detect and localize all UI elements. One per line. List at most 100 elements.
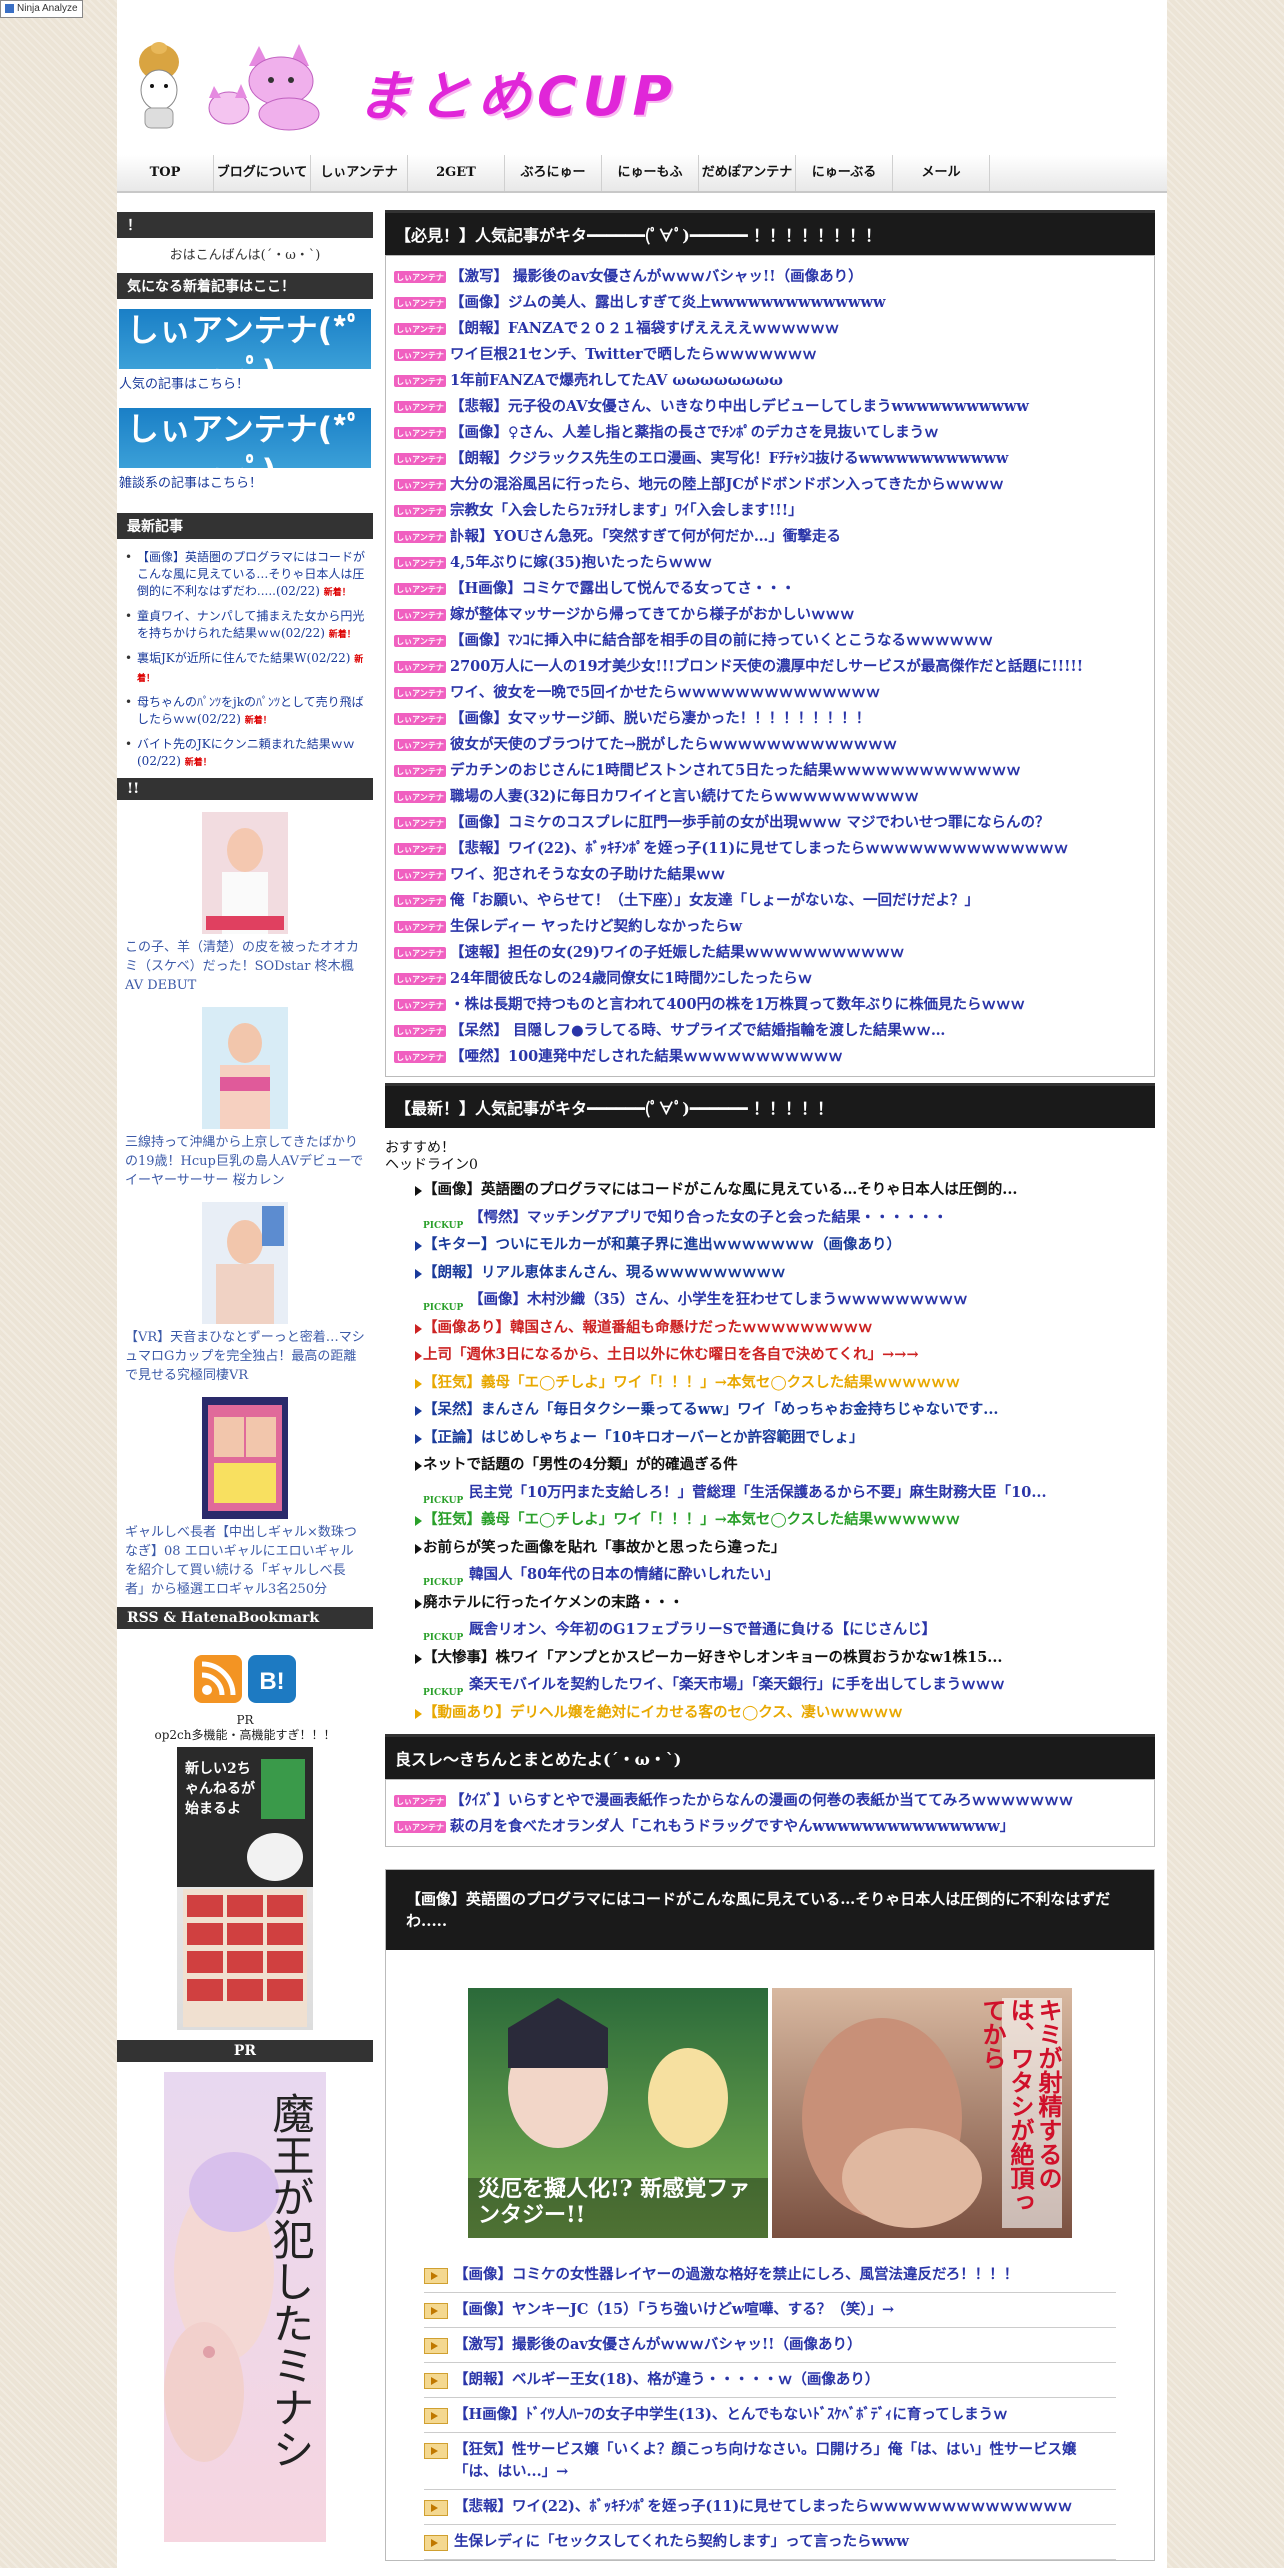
list-item[interactable]: しぃアンテナ ワイ、犯されそうな女の子助けた結果ｗｗ [386,862,1154,888]
headline-item-10[interactable]: ネットで話題の「男性の4分類」が的確過ぎる件 [385,1451,1155,1479]
nav-mail[interactable]: メール [893,155,990,191]
headline-item-18[interactable]: PICKUP 楽天モバイルを契約したワイ、「楽天市場」「楽天銀行」に手を出してしま… [385,1671,1155,1699]
list-item[interactable]: しぃアンテナ 大分の混浴風呂に行ったら、地元の陸上部JCがドボンドボン入ってきたか… [386,472,1154,498]
related-item-7[interactable]: 生保レディに「セックスしてくれたら契約します」って言ったらwww [424,2525,1116,2560]
list-item[interactable]: バイト先のJKにクンニ頼まれた結果ｗｗ(02/22) 新着！ [125,736,367,772]
list-item[interactable]: しぃアンテナ 【悲報】元子役のAV女優さん、いきなり中出しデビューしてしまうwww… [386,394,1154,420]
list-item[interactable]: しぃアンテナ 訃報】YOUさん急死。「突然すぎて何が何だか…」衝撃走る [386,524,1154,550]
list-item[interactable]: しぃアンテナ 【画像】コミケのコスプレに肛門一歩手前の女が出現ｗｗｗ マジでわいせ… [386,810,1154,836]
arrow-icon [415,1708,422,1719]
list-item[interactable]: しぃアンテナ 【ｸｲｽﾞ】いらすとやで漫画表紙作ったからなんの漫画の何巻の表紙か当… [386,1788,1154,1814]
video-thumbnail-1[interactable] [202,812,288,934]
list-item[interactable]: しぃアンテナ 【呆然】 目隠しフ●ラしてる時、サプライズで結婚指輪を渡した結果ｗｗ… [386,1018,1154,1044]
list-item[interactable]: しぃアンテナ 4,5年ぶりに嫁(35)抱いたったらｗｗｗ [386,550,1154,576]
op2ch-ad[interactable]: 新しい2ちゃんねるが始まるよ [177,1747,313,2030]
list-item[interactable]: しぃアンテナ 俺「お願い、やらせて！（土下座）」女友達「しょーがないな、一回だけだ… [386,888,1154,914]
related-item-1[interactable]: 【画像】ヤンキーJC（15）「うち強いけどw喧嘩、する？（笑）」→ [424,2293,1116,2328]
list-item[interactable]: しぃアンテナ 【朗報】FANZAで２０２１福袋すげええええｗｗｗｗｗｗ [386,316,1154,342]
maou-ad[interactable]: 魔王が犯したミナシ [164,2072,326,2542]
list-item[interactable]: しぃアンテナ ワイ巨根21センチ、Twitterで晒したらｗｗｗｗｗｗｗ [386,342,1154,368]
nav-damepo-antenna[interactable]: だめぽアンテナ [699,155,796,191]
video-thumbnail-3[interactable] [202,1202,288,1324]
headline-item-15[interactable]: 廃ホテルに行ったイケメンの末路・・・ [385,1589,1155,1617]
list-item[interactable]: しぃアンテナ 【画像】ジムの美人、露出しすぎて炎上wwwwwwwwwwwwww [386,290,1154,316]
list-item[interactable]: しぃアンテナ 【悲報】ワイ(22)、ﾎﾞｯｷﾁﾝﾎﾟを姪っ子(11)に見せてしまっ… [386,836,1154,862]
headline-item-14[interactable]: PICKUP 韓国人「80年代の日本の情緒に酔いしれたい」 [385,1561,1155,1589]
list-item[interactable]: 童貞ワイ、ナンパして捕まえた女から円光を持ちかけられた結果ｗｗ(02/22) 新… [125,608,367,644]
headline-item-6[interactable]: 上司「週休3日になるから、土日以外に休む曜日を各自で決めてくれ」→→→ [385,1341,1155,1369]
list-item[interactable]: しぃアンテナ 【画像】♀さん、人差し指と薬指の長さでﾁﾝﾎﾟのデカさを見抜いてしま… [386,420,1154,446]
list-item[interactable]: 【画像】英語圏のプログラマにはコードがこんな風に見えている…そりゃ日本人は圧倒的… [125,549,367,602]
nav-about[interactable]: ブログについて [214,155,311,191]
headline-item-0[interactable]: 【画像】英語圏のプログラマにはコードがこんな風に見えている…そりゃ日本人は圧倒的… [385,1176,1155,1204]
headline-item-4[interactable]: PICKUP 【画像】木村沙織（35）さん、小学生を狂わせてしまうｗｗｗｗｗｗｗｗ… [385,1286,1155,1314]
video-caption-1[interactable]: この子、羊（清楚）の皮を被ったオオカミ（スケベ）だった！SODstar 柊木楓 … [125,940,359,993]
headline-item-17[interactable]: 【大惨事】株ワイ「アンプとかスピーカー好きやしオンキョーの株買おうかなw1株15… [385,1644,1155,1672]
related-item-6[interactable]: 【悲報】ワイ(22)、ﾎﾞｯｷﾁﾝﾎﾟを姪っ子(11)に見せてしまったらｗｗｗｗ… [424,2490,1116,2525]
list-item[interactable]: しぃアンテナ 嫁が整体マッサージから帰ってきてから様子がおかしいｗｗｗ [386,602,1154,628]
list-item[interactable]: しぃアンテナ 24年間彼氏なしの24歳同僚女に1時間ｸﾝﾆしたったらｗ [386,966,1154,992]
list-item[interactable]: しぃアンテナ 【唖然】100連発中だしされた結果ｗｗｗｗｗｗｗｗｗｗｗ [386,1044,1154,1070]
nav-buronyu[interactable]: ぶろにゅー [505,155,602,191]
ad-banner-2[interactable]: キミが射精するのは、ワタシが絶頂ってから [772,1988,1072,2238]
list-item[interactable]: 母ちゃんのﾊﾟﾝﾂをjkのﾊﾟﾝﾂとして売り飛ばしたらｗｗ(02/22) 新着！ [125,694,367,730]
headline-item-11[interactable]: PICKUP 民主党「10万円また支給しろ！」菅総理「生活保護あるから不要」麻生財… [385,1479,1155,1507]
related-item-5[interactable]: 【狂気】性サービス嬢「いくよ？顔こっち向けなさい。口開けろ」俺「は、はい」性サー… [424,2433,1116,2490]
nav-2get[interactable]: 2GET [408,155,505,191]
headline-item-7[interactable]: 【狂気】義母「エ◯チしよ」ワイ「！！！」→本気セ◯クスした結果ｗｗｗｗｗｗ [385,1369,1155,1397]
list-item[interactable]: しぃアンテナ ワイ、彼女を一晩で5回イかせたらｗｗｗｗｗｗｗｗｗｗｗｗｗｗ [386,680,1154,706]
related-item-2[interactable]: 【激写】撮影後のav女優さんがｗｗｗバシャッ!!（画像あり） [424,2328,1116,2363]
nav-shii-antenna[interactable]: しぃアンテナ [311,155,408,191]
article: 【画像】英語圏のプログラマにはコードがこんな風に見えている…そりゃ日本人は圧倒的… [385,1869,1155,2561]
antenna-tag: しぃアンテナ [394,505,446,517]
list-item[interactable]: しぃアンテナ 【朗報】クジラックス先生のエロ漫画、実写化！Fﾁﾃｬｼｺ抜けるwww… [386,446,1154,472]
related-item-0[interactable]: 【画像】コミケの女性器レイヤーの過激な格好を禁止にしろ、風営法違反だろ！！！！ [424,2258,1116,2293]
video-thumbnail-4[interactable] [202,1397,288,1519]
list-item[interactable]: しぃアンテナ 2700万人に一人の19才美少女!!!ブロンド天使の濃厚中だしサービ… [386,654,1154,680]
list-item[interactable]: しぃアンテナ 【速報】担任の女(29)ワイの子妊娠した結果ｗｗｗｗｗｗｗｗｗｗｗ [386,940,1154,966]
ninja-analyze-badge[interactable]: Ninja Analyze [0,0,83,18]
nav-nyumofu[interactable]: にゅーもふ [602,155,699,191]
nav-nyuburu[interactable]: にゅーぶる [796,155,893,191]
list-item[interactable]: しぃアンテナ 【激写】 撮影後のav女優さんがｗｗｗバシャッ!!（画像あり） [386,264,1154,290]
shii-antenna-banner-2[interactable]: しぃアンテナ(*ﾟーﾟ) 2chまとめブログの更新情報を収集するアンテナサイト [119,408,371,502]
site-logo[interactable]: まとめCUP [357,52,678,131]
hatena-bookmark-icon[interactable]: B! [248,1655,296,1703]
headline-item-8[interactable]: 【呆然】まんさん「毎日タクシー乗ってるww」ワイ「めっちゃお金持ちじゃないです.… [385,1396,1155,1424]
list-item[interactable]: しぃアンテナ デカチンのおじさんに1時間ピストンされて5日たった結果ｗｗｗｗｗｗｗ… [386,758,1154,784]
headline-item-1[interactable]: PICKUP 【愕然】マッチングアプリで知り合った女の子と会った結果・・・・・・ [385,1204,1155,1232]
list-item[interactable]: 裏垢JKが近所に住んでた結果W(02/22) 新着！ [125,650,367,688]
popular-section-title: 【必見！】人気記事がキタ━━━━━━(ﾟ∀ﾟ)━━━━━━ ！！！！！！！！ [385,210,1155,255]
ad-banner-1-text: 災厄を擬人化!? 新感覚ファンタジー!! [478,2176,751,2228]
shii-antenna-banner-1[interactable]: しぃアンテナ(*ﾟーﾟ) 2chまとめブログの更新情報を収集するアンテナサイト [119,309,371,403]
video-caption-4[interactable]: ギャルしべ長者【中出しギャル×数珠つなぎ】08 エロいギャルにエロいギャルを紹介… [125,1525,357,1597]
list-item[interactable]: しぃアンテナ 【画像】女マッサージ師、脱いだら凄かった！！！！！！！！！ [386,706,1154,732]
list-item[interactable]: しぃアンテナ 宗教女「入会したらﾌｪﾗﾁｵします」ﾜｲ｢入会します!!!｣ [386,498,1154,524]
headline-item-12[interactable]: 【狂気】義母「エ◯チしよ」ワイ「！！！」→本気セ◯クスした結果ｗｗｗｗｗｗ [385,1506,1155,1534]
list-item[interactable]: しぃアンテナ ・株は長期で持つものと言われて400円の株を1万株買って数年ぶりに株… [386,992,1154,1018]
rss-icon[interactable] [194,1655,242,1703]
nav-top[interactable]: TOP [117,155,214,191]
list-item[interactable]: しぃアンテナ 彼女が天使のブラつけてた→脱がしたらｗｗｗｗｗｗｗｗｗｗｗｗｗ [386,732,1154,758]
list-item[interactable]: しぃアンテナ 【画像】ﾏﾝｺに挿入中に結合部を相手の目の前に持っていくとこうなるｗ… [386,628,1154,654]
pickup-badge: PICKUP [423,1303,464,1313]
headline-item-9[interactable]: 【正論】はじめしゃちょー「10キロオーバーとか許容範囲でしょ」 [385,1424,1155,1452]
ad-banner-1[interactable]: 災厄を擬人化!? 新感覚ファンタジー!! [468,1988,768,2238]
list-item[interactable]: しぃアンテナ 1年前FANZAで爆売れしてたAV ωωωωωωωω [386,368,1154,394]
headline-item-2[interactable]: 【キター】ついにモルカーが和菓子界に進出ｗｗｗｗｗｗｗ（画像あり） [385,1231,1155,1259]
headline-item-16[interactable]: PICKUP 厩舎リオン、今年初のG1フェブラリーSで普通に負ける【にじさんじ】 [385,1616,1155,1644]
headline-item-19[interactable]: 【動画あり】デリヘル嬢を絶対にイカせる客のセ◯クス、凄いｗｗｗｗｗ [385,1699,1155,1727]
list-item[interactable]: しぃアンテナ 職場の人妻(32)に毎日カワイイと言い続けてたらｗｗｗｗｗｗｗｗｗｗ [386,784,1154,810]
video-thumbnail-2[interactable] [202,1007,288,1129]
list-item[interactable]: しぃアンテナ 生保レディー ヤったけど契約しなかったらw [386,914,1154,940]
related-item-4[interactable]: 【H画像】ﾄﾞｲﾂ人ﾊｰﾌの女子中学生(13)、とんでもないﾄﾞｽｹﾍﾞﾎﾞﾃﾞ… [424,2398,1116,2433]
article-title[interactable]: 【画像】英語圏のプログラマにはコードがこんな風に見えている…そりゃ日本人は圧倒的… [386,1870,1154,1950]
list-item[interactable]: しぃアンテナ 【H画像】コミケで露出して悦んでる女ってさ・・・ [386,576,1154,602]
list-item[interactable]: しぃアンテナ 萩の月を食べたオランダ人「これもうドラッグですやんwwwwwwwww… [386,1814,1154,1840]
headline-item-13[interactable]: お前らが笑った画像を貼れ「事故かと思ったら違った」 [385,1534,1155,1562]
video-caption-2[interactable]: 三線持って沖縄から上京してきたばかりの19歳！Hcup巨乳の島人AVデビューでイ… [125,1135,363,1188]
related-item-3[interactable]: 【朗報】ベルギー王女(18)、格が違う・・・・・ｗ（画像あり） [424,2363,1116,2398]
video-caption-3[interactable]: 【VR】天音まひなとずーっと密着…マシュマロGカップを完全独占！最高の距離で見せ… [125,1330,365,1383]
headline-item-3[interactable]: 【朗報】リアル恵体まんさん、現るｗｗｗｗｗｗｗｗｗ [385,1259,1155,1287]
headline-item-5[interactable]: 【画像あり】韓国さん、報道番組も命懸けだったｗｗｗｗｗｗｗｗｗ [385,1314,1155,1342]
